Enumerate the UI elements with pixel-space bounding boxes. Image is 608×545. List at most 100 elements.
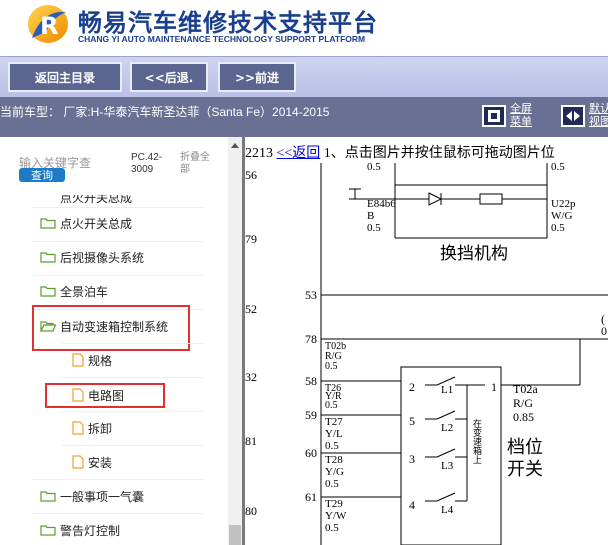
scroll-up-arrow-icon[interactable] [231,143,239,148]
folder-icon [40,252,56,263]
fullscreen-label-line1: 全屏 [510,102,532,115]
connector-label: 0.5 [367,222,381,234]
pc-code: PC.42- 3009 [131,152,162,176]
tree-item-label: 自动变速箱控制系统 [60,319,169,334]
wire-number: 78 [305,332,317,346]
row-number: 79 [245,232,257,246]
separator [32,275,204,276]
default-view-label-line1: 默认 [589,102,608,115]
switch-title: 档位 [507,437,543,457]
connector-label: W/G [551,210,572,222]
switch-pin: 3 [409,452,415,466]
header: R 畅易汽车维修技术支持平台 CHANG YI AUTO MAINTENANCE… [0,0,608,54]
separator [62,377,204,378]
tree-item-ignition-switch[interactable]: 点火开关总成 [40,213,132,233]
search-area: 输入关键字查 查询 PC.42- 3009 折叠全 部 [0,137,228,195]
tree-item-label: 电路图 [88,388,125,403]
fullscreen-icon[interactable] [482,105,506,127]
connector-label: Y/W [325,510,347,522]
switch-contact: L3 [441,460,454,472]
tree-item-specs[interactable]: 规格 [72,350,112,370]
app-window: R 畅易汽车维修技术支持平台 CHANG YI AUTO MAINTENANCE… [0,0,608,545]
separator [62,411,204,412]
switch-pin: 4 [409,498,415,512]
wire-number: 53 [305,288,317,302]
wire-number: 59 [305,408,317,422]
separator [62,445,204,446]
tree-item-auto-transmission[interactable]: 自动变速箱控制系统 [40,316,168,336]
wire-number: 61 [305,490,317,504]
connector-label: Y/G [325,466,344,478]
switch-contact: L1 [441,384,453,396]
fullscreen-label-line2: 菜单 [510,115,532,128]
connector-label: R/G [513,396,533,410]
brand-logo-icon: R [28,5,68,43]
wire-spec: 0.5 [367,163,381,173]
connector-label: 0.5 [325,400,338,411]
connector-label: T27 [325,416,343,428]
folder-icon [40,525,56,536]
scroll-thumb[interactable] [229,525,241,545]
connector-label: T02a [513,382,538,396]
tree-item-label: 规格 [88,353,113,368]
wire-number: 60 [305,446,317,460]
page-subtitle: CHANG YI AUTO MAINTENANCE TECHNOLOGY SUP… [78,34,366,44]
content-pane: 2213 <<返回 1、点击图片并按住鼠标可拖动图片位 56 79 52 32 … [245,137,608,545]
connector-label: T28 [325,454,343,466]
sidebar-scrollbar[interactable] [228,137,242,545]
current-model-text: 当前车型： 厂家:H-华泰汽车新圣达菲（Santa Fe）2014-2015 [0,105,330,119]
connector-label: 0.5 [325,440,339,452]
tree-item-rear-camera[interactable]: 后视摄像头系统 [40,247,144,267]
vehicle-info-bar: 当前车型： 厂家:H-华泰汽车新圣达菲（Santa Fe）2014-2015 全… [0,97,608,137]
switch-contact: L2 [441,422,453,434]
drag-instruction: 1、点击图片并按住鼠标可拖动图片位 [323,146,555,161]
folder-icon [40,286,56,297]
connector-label: B [367,210,374,222]
fullscreen-menu-link[interactable]: 全屏 菜单 [510,102,532,128]
tree-item-panoramic-parking[interactable]: 全景泊车 [40,281,108,301]
in-box-note: 在变速箱上 [472,418,482,464]
tree-item-label: 点火开关总成 [60,216,133,231]
default-view-link[interactable]: 默认 视图 [589,102,608,128]
tree-item-airbag-general[interactable]: 一般事项一气囊 [40,486,144,506]
tree-item-circuit-diagram[interactable]: 电路图 [72,385,124,405]
switch-title: 开关 [507,459,543,479]
separator [32,241,204,242]
tree-item-removal[interactable]: 拆卸 [72,418,112,438]
wire-spec: 0.5 [551,163,565,173]
collapse-all-line2: 部 [180,164,190,175]
separator [32,513,204,514]
tree-item-installation[interactable]: 安装 [72,452,112,472]
nav-toolbar: 返回主目录 <<后退. >>前进 [0,56,608,97]
search-button[interactable]: 查询 [19,168,65,182]
back-link[interactable]: <<返回 [277,146,321,161]
content-header: 2213 <<返回 1、点击图片并按住鼠标可拖动图片位 [245,142,555,162]
circuit-diagram[interactable]: 56 79 52 32 81 80 0.5 0.5 E84b6 B 0.5 U2… [245,163,608,545]
collapse-all-link[interactable]: 折叠全 部 [180,152,210,176]
separator [62,343,204,344]
tree-item-warning-lamp[interactable]: 警告灯控制 [40,520,120,540]
connector-label: 0.5 [325,522,339,534]
pc-code-line1: PC.42- [131,152,163,163]
document-icon [72,455,84,469]
document-icon [72,421,84,435]
home-button[interactable]: 返回主目录 [8,62,122,92]
tree-item-label: 全景泊车 [60,284,109,299]
category-tree: 点火开关总成 点火开关总成 后视摄像头系统 全景泊车 自动变速箱控制系统 规格 … [0,195,228,545]
tree-item-partial[interactable]: 点火开关总成 [60,195,132,206]
connector-label: 0.5 [551,222,565,234]
page-title: 畅易汽车维修技术支持平台 [78,9,378,37]
folder-icon [40,218,56,229]
connector-label: U22p [551,198,576,210]
switch-pin: 5 [409,414,415,428]
document-icon [72,353,84,367]
back-button[interactable]: <<后退. [130,62,208,92]
connector-label: 0.5 [325,478,339,490]
wire-number: 58 [305,374,317,388]
document-icon [72,388,84,402]
default-view-icon[interactable] [561,105,585,127]
tree-item-label: 警告灯控制 [60,523,121,538]
separator [32,479,204,480]
forward-button[interactable]: >>前进 [218,62,296,92]
row-number: 80 [245,504,257,518]
